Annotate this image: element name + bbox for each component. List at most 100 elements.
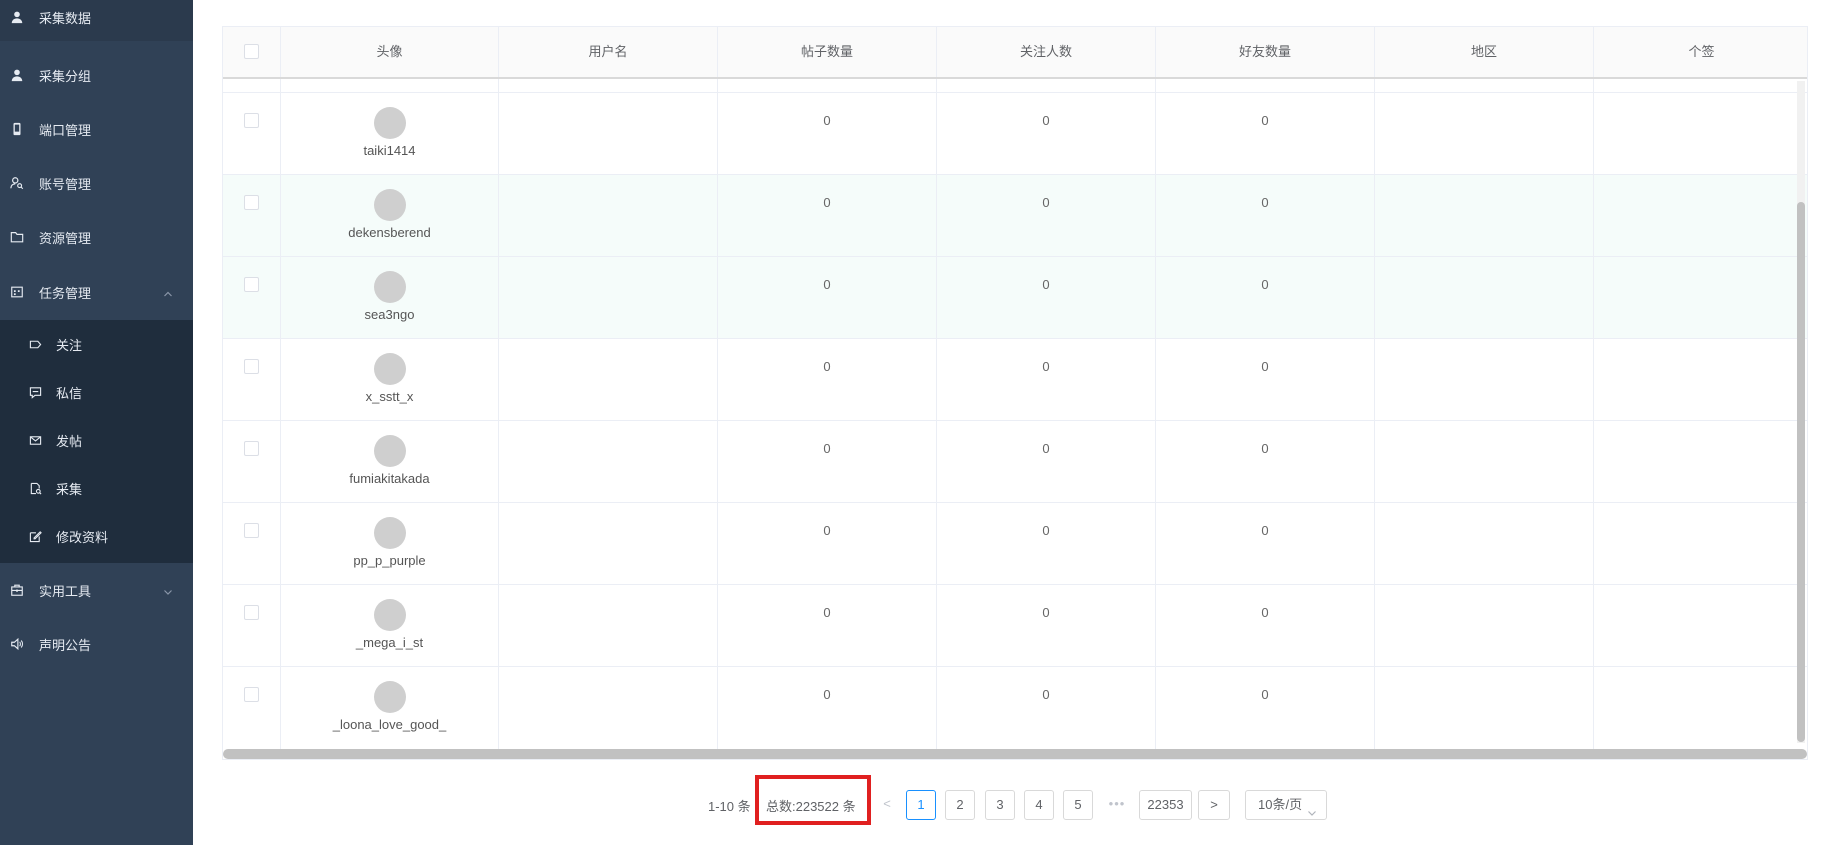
calendar-icon (9, 284, 25, 300)
posts-count: 0 (823, 113, 831, 128)
avatar-username: _mega_i_st (355, 635, 424, 650)
posts-count: 0 (823, 359, 831, 374)
sidebar-item-resource-management[interactable]: 资源管理 (0, 210, 193, 264)
avatar (374, 681, 406, 713)
row-checkbox[interactable] (244, 687, 259, 702)
avatar (374, 353, 406, 385)
page-button-4[interactable]: 4 (1024, 790, 1054, 820)
page-button-5[interactable]: 5 (1063, 790, 1093, 820)
region-cell (1375, 257, 1594, 338)
sidebar-item-port-management[interactable]: 端口管理 (0, 102, 193, 156)
column-header-friends[interactable]: 好友数量 (1156, 27, 1375, 77)
sidebar-item-account-management[interactable]: 账号管理 (0, 156, 193, 210)
avatar (374, 189, 406, 221)
vertical-scrollbar-thumb[interactable] (1797, 202, 1805, 742)
row-checkbox[interactable] (244, 277, 259, 292)
prev-page-button[interactable]: < (876, 790, 898, 820)
sidebar-item-label: 采集分组 (39, 68, 92, 84)
submenu-item-follow[interactable]: 关注 (0, 320, 193, 368)
mail-icon (27, 432, 43, 448)
sidebar-item-utilities[interactable]: 实用工具 (0, 563, 193, 617)
username-cell (499, 93, 718, 174)
username-cell (499, 175, 718, 256)
sidebar-item-task-management[interactable]: 任务管理 (0, 264, 193, 320)
username-cell (499, 421, 718, 502)
message-icon (27, 384, 43, 400)
friends-count: 0 (1261, 359, 1269, 374)
sidebar-item-label: 端口管理 (39, 122, 92, 138)
row-checkbox[interactable] (244, 113, 259, 128)
follows-count: 0 (1042, 441, 1050, 456)
row-checkbox[interactable] (244, 195, 259, 210)
table-row[interactable]: taiki1414 0 0 0 (223, 93, 1807, 175)
submenu-item-label: 关注 (56, 337, 83, 353)
region-cell (1375, 339, 1594, 420)
avatar-username: dekensberend (348, 225, 431, 240)
page-button-3[interactable]: 3 (985, 790, 1015, 820)
column-header-username[interactable]: 用户名 (499, 27, 718, 77)
user-icon (9, 67, 25, 83)
avatar-username: taiki1414 (363, 143, 416, 158)
sidebar-item-announcements[interactable]: 声明公告 (0, 617, 193, 671)
column-header-region[interactable]: 地区 (1375, 27, 1594, 77)
table-row[interactable]: fumiakitakada 0 0 0 (223, 421, 1807, 503)
posts-count: 0 (823, 523, 831, 538)
follows-count: 0 (1042, 687, 1050, 702)
ellipsis-button[interactable]: ••• (1103, 790, 1131, 820)
horizontal-scrollbar[interactable] (223, 749, 1807, 759)
row-checkbox[interactable] (244, 605, 259, 620)
phone-icon (9, 121, 25, 137)
table-row[interactable]: x_sstt_x 0 0 0 (223, 339, 1807, 421)
submenu-item-private-message[interactable]: 私信 (0, 368, 193, 416)
column-header-signature[interactable]: 个签 (1594, 27, 1807, 77)
row-checkbox[interactable] (244, 523, 259, 538)
table-row-partial (223, 79, 1807, 93)
friends-count: 0 (1261, 605, 1269, 620)
select-all-checkbox[interactable] (244, 44, 259, 59)
page-button-1[interactable]: 1 (906, 790, 936, 820)
chevron-down-icon (163, 585, 173, 595)
sidebar-item-collect-group[interactable]: 采集分组 (0, 48, 193, 102)
table-row[interactable]: _loona_love_good_ 0 0 0 (223, 667, 1807, 749)
friends-count: 0 (1261, 523, 1269, 538)
sidebar-item-label: 采集数据 (39, 10, 92, 26)
table-row[interactable]: _mega_i_st 0 0 0 (223, 585, 1807, 667)
sidebar-item-label: 声明公告 (39, 637, 92, 653)
avatar-username: pp_p_purple (353, 553, 426, 568)
submenu-item-label: 发帖 (56, 433, 83, 449)
table-row[interactable]: sea3ngo 0 0 0 (223, 257, 1807, 339)
table-row[interactable]: pp_p_purple 0 0 0 (223, 503, 1807, 585)
column-header-avatar[interactable]: 头像 (281, 27, 499, 77)
column-header-follows[interactable]: 关注人数 (937, 27, 1156, 77)
table-row[interactable]: dekensberend 0 0 0 (223, 175, 1807, 257)
folder-icon (9, 229, 25, 245)
avatar-username: _loona_love_good_ (332, 717, 447, 732)
user-icon (9, 9, 25, 25)
follows-count: 0 (1042, 113, 1050, 128)
submenu-item-edit-profile[interactable]: 修改资料 (0, 512, 193, 560)
submenu-item-collect[interactable]: 采集 (0, 464, 193, 512)
submenu-item-post[interactable]: 发帖 (0, 416, 193, 464)
row-checkbox[interactable] (244, 441, 259, 456)
avatar (374, 517, 406, 549)
sidebar: 采集数据 采集分组 端口管理 账号管理 资源管理 任务管理 关注 私信 发帖 采… (0, 0, 193, 845)
follows-count: 0 (1042, 195, 1050, 210)
sidebar-item-label: 资源管理 (39, 230, 92, 246)
page-button-last[interactable]: 22353 (1139, 790, 1192, 820)
username-cell (499, 257, 718, 338)
follows-count: 0 (1042, 523, 1050, 538)
sidebar-item-collect-data[interactable]: 采集数据 (0, 0, 193, 41)
region-cell (1375, 503, 1594, 584)
username-cell (499, 503, 718, 584)
row-checkbox[interactable] (244, 359, 259, 374)
column-header-posts[interactable]: 帖子数量 (718, 27, 937, 77)
next-page-button[interactable]: > (1198, 790, 1230, 820)
document-search-icon (27, 480, 43, 496)
page-size-select[interactable]: 10条/页 (1245, 790, 1327, 820)
chevron-down-icon (1307, 800, 1317, 816)
follows-count: 0 (1042, 359, 1050, 374)
posts-count: 0 (823, 277, 831, 292)
posts-count: 0 (823, 195, 831, 210)
page-button-2[interactable]: 2 (945, 790, 975, 820)
avatar-username: fumiakitakada (349, 471, 430, 486)
